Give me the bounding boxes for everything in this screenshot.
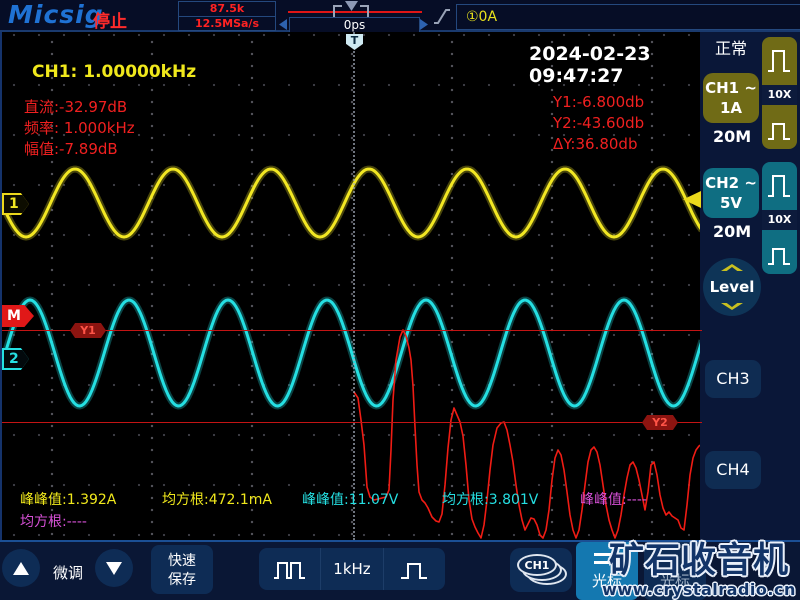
trigger-source-box[interactable]: ①0A	[456, 4, 800, 30]
right-sidebar: 正常 CH1 ~ 1A 20M 10X CH2 ~ 5V 20M 10X Lev…	[700, 32, 800, 540]
fft-amplitude-readout: 幅值:-7.89dB	[24, 140, 118, 158]
fine-adjust-up-button[interactable]	[2, 549, 40, 587]
ch1-rms-measurement: 均方根:472.1mA	[162, 492, 273, 508]
cursor-delta-readout: ΔY:36.80db	[553, 135, 638, 153]
ch2-button-label: CH2 ~	[705, 174, 757, 192]
datetime-display: 2024-02-23 09:47:27	[529, 43, 651, 87]
ch1-pulse-top-icon	[768, 50, 790, 72]
ch3-button[interactable]: CH3	[705, 360, 761, 398]
awg-frequency-button[interactable]: 1kHz	[320, 548, 382, 590]
ch2-vpp-measurement: 峰峰值:11.07V	[302, 492, 399, 508]
acquisition-info-box[interactable]: 87.5k 12.5MSa/s	[178, 1, 276, 31]
ch2-button[interactable]: CH2 ~ 5V	[703, 168, 759, 218]
ch1-scale-label: 1A	[719, 99, 743, 118]
ch1-button[interactable]: CH1 ~ 1A	[703, 73, 759, 123]
run-state-label[interactable]: 停止	[93, 7, 127, 32]
chevron-down-icon	[721, 303, 743, 310]
ch2-pulse-top-icon	[768, 175, 790, 197]
cursor-label-y2[interactable]: Y2	[642, 415, 678, 430]
ch4-button[interactable]: CH4	[705, 451, 761, 489]
horizontal-position-box[interactable]: 0ps	[289, 17, 420, 33]
ch1-bandwidth-label: 20M	[713, 127, 752, 146]
fft-dc-readout: 直流:-32.97dB	[24, 98, 128, 116]
top-bar: Micsig 停止 87.5k 12.5MSa/s 0ps ①0A	[0, 0, 800, 33]
ch1-vpp-measurement: 峰峰值:1.392A	[20, 492, 117, 508]
watermark: 矿石收音机 www.crystalradio.cn	[598, 543, 800, 599]
level-button[interactable]: Level	[703, 258, 761, 316]
oscilloscope-screen: Micsig 停止 87.5k 12.5MSa/s 0ps ①0A T Y1 Y…	[0, 0, 800, 600]
sample-rate: 12.5MSa/s	[179, 16, 275, 31]
ch1-probe-ratio: 10X	[762, 85, 797, 105]
watermark-url: www.crystalradio.cn	[602, 580, 796, 599]
level-label: Level	[709, 278, 755, 296]
fine-adjust-label: 微调	[53, 564, 84, 582]
math-vpp-measurement: 峰峰值:----	[580, 492, 647, 508]
math-rms-measurement: 均方根:----	[20, 514, 87, 530]
ch2-bandwidth-label: 20M	[713, 222, 752, 241]
awg-segmented-control: 1kHz	[259, 548, 445, 590]
ch2-rms-measurement: 均方根:3.801V	[442, 492, 539, 508]
cursor-line-y1[interactable]	[2, 330, 702, 331]
up-triangle-icon	[13, 562, 29, 575]
ch2-probe-button[interactable]: 10X	[762, 162, 797, 274]
awg-pulse-train-button[interactable]	[259, 548, 320, 590]
hposition-left-arrow-icon[interactable]	[279, 19, 287, 30]
timebase-window-line	[288, 11, 422, 13]
hposition-right-arrow-icon[interactable]	[420, 19, 428, 30]
ch1-button-label: CH1 ~	[705, 79, 757, 97]
watermark-title: 矿石收音机	[608, 541, 789, 582]
ch1-probe-button[interactable]: 10X	[762, 37, 797, 149]
waveform-display: T Y1 Y2 1 M 2 CH1: 1.00000kHz 直流:-32.97d…	[0, 32, 702, 540]
cursor-label-y1[interactable]: Y1	[70, 323, 106, 338]
quick-save-button[interactable]: 快速 保存	[151, 545, 213, 594]
channel-select-button[interactable]: CH1	[510, 548, 572, 592]
pulse-train-icon	[273, 562, 305, 579]
brand-logo: Micsig	[8, 0, 104, 29]
awg-frequency-label: 1kHz	[333, 560, 371, 578]
trigger-mode-label: 正常	[715, 39, 748, 58]
cursor-y1-readout: Y1:-6.800db	[553, 93, 645, 111]
ch2-probe-ratio: 10X	[762, 210, 797, 230]
sample-depth: 87.5k	[209, 2, 245, 15]
channel-select-label: CH1	[517, 554, 557, 576]
ch1-frequency-readout: CH1: 1.00000kHz	[32, 62, 197, 82]
fine-adjust-down-button[interactable]	[95, 549, 133, 587]
single-pulse-icon	[401, 563, 428, 579]
awg-single-pulse-button[interactable]	[382, 548, 445, 590]
ch1-pulse-bottom-icon	[768, 123, 790, 140]
ch2-pulse-bottom-icon	[768, 248, 790, 265]
timebase-position-marker-icon[interactable]	[345, 1, 358, 11]
ch2-scale-label: 5V	[719, 194, 743, 213]
fft-frequency-readout: 频率: 1.000kHz	[24, 119, 135, 137]
chevron-up-icon	[721, 264, 743, 271]
quick-save-label-line2: 保存	[168, 571, 196, 588]
trigger-slope-icon[interactable]	[433, 6, 451, 26]
down-triangle-icon	[106, 562, 122, 575]
cursor-line-y2[interactable]	[2, 422, 702, 423]
quick-save-label-line1: 快速	[168, 553, 196, 569]
trigger-position-line	[353, 32, 355, 540]
cursor-y2-readout: Y2:-43.60db	[553, 114, 645, 132]
